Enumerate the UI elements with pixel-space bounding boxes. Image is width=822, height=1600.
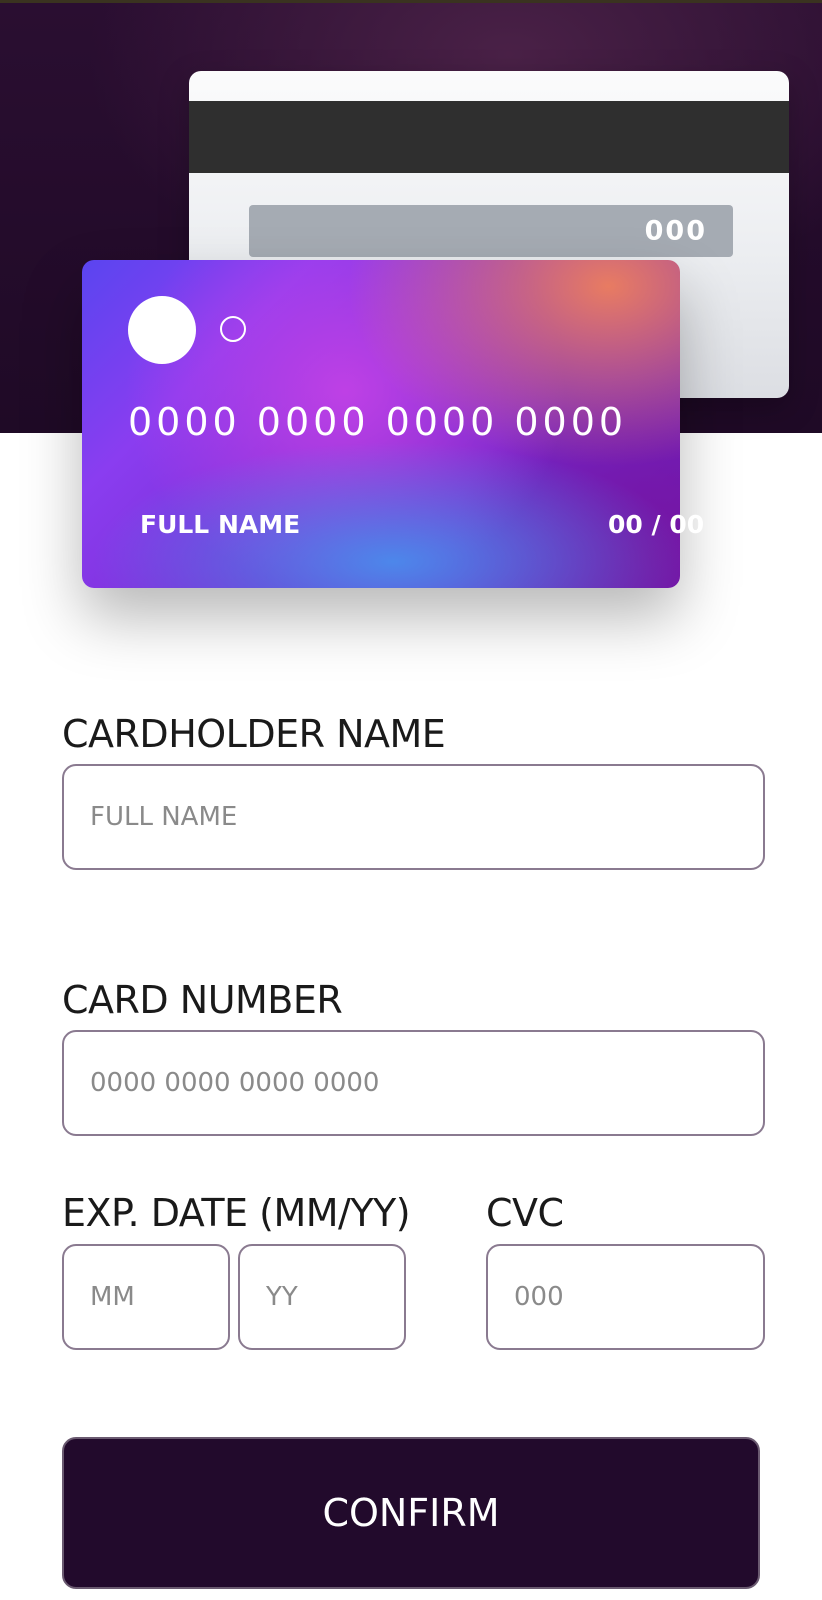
card-front-name: FULL NAME	[140, 510, 301, 539]
magnetic-stripe	[189, 101, 789, 173]
card-number-input[interactable]	[62, 1030, 765, 1136]
exp-date-label: EXP. DATE (MM/YY)	[62, 1191, 411, 1235]
card-number-label: CARD NUMBER	[62, 978, 343, 1022]
cvc-label: CVC	[486, 1191, 564, 1235]
exp-month-input[interactable]	[62, 1244, 230, 1350]
confirm-button[interactable]: CONFIRM	[62, 1437, 760, 1589]
exp-year-input[interactable]	[238, 1244, 406, 1350]
signature-strip: 000	[249, 205, 733, 257]
card-front-preview: 0000 0000 0000 0000 FULL NAME 00 / 00	[82, 260, 704, 588]
cardholder-input[interactable]	[62, 764, 765, 870]
card-back-cvc: 000	[644, 215, 707, 247]
card-front-exp: 00 / 00	[608, 510, 705, 539]
cvc-input[interactable]	[486, 1244, 765, 1350]
card-front-number: 0000 0000 0000 0000	[128, 400, 628, 444]
cardholder-label: CARDHOLDER NAME	[62, 712, 446, 756]
card-logo-circle-small	[220, 316, 246, 342]
card-logo-circle-large	[128, 296, 196, 364]
